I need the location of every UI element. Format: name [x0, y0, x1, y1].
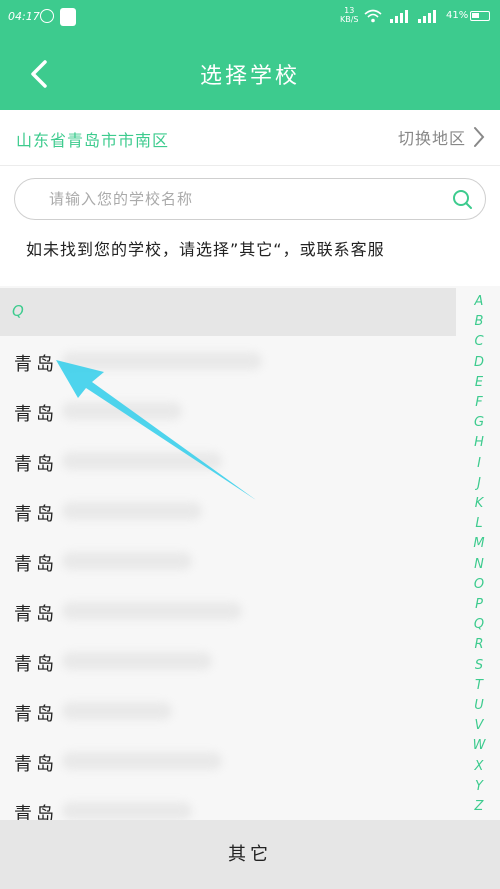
alpha-index-letter[interactable]: F	[475, 393, 482, 413]
battery-level: 41%	[446, 10, 469, 21]
alpha-index-letter[interactable]: X	[475, 757, 484, 777]
school-list: Q 青岛 青岛 青岛 青岛 青岛 青岛 青岛 青岛 青岛 青岛	[0, 286, 500, 820]
list-item[interactable]: 青岛	[0, 436, 456, 486]
signal-icon	[390, 10, 408, 23]
blurred-text	[62, 452, 222, 470]
section-header: Q	[0, 288, 456, 336]
alpha-index-letter[interactable]: J	[477, 474, 481, 494]
school-name: 青岛	[14, 454, 58, 475]
shield-icon	[60, 8, 76, 26]
alpha-index-letter[interactable]: C	[474, 332, 483, 352]
network-speed: 13 KB/S	[340, 6, 359, 24]
alpha-index-letter[interactable]: W	[473, 736, 486, 756]
alpha-index-letter[interactable]: T	[475, 676, 483, 696]
status-time: 04:17	[8, 10, 40, 23]
status-bar: 04:17 13 KB/S 41%	[0, 0, 500, 36]
alpha-index-letter[interactable]: B	[475, 312, 484, 332]
search-box	[14, 178, 486, 220]
list-item[interactable]: 青岛	[0, 386, 456, 436]
school-name: 青岛	[14, 504, 58, 525]
battery-icon	[470, 11, 490, 21]
page-title: 选择学校	[199, 64, 300, 89]
search-area: 如未找到您的学校，请选择”其它“，或联系客服	[0, 166, 500, 286]
blurred-text	[62, 702, 172, 720]
network-speed-unit: KB/S	[340, 15, 359, 24]
alpha-index-letter[interactable]: L	[475, 514, 482, 534]
blurred-text	[62, 652, 212, 670]
alpha-index-letter[interactable]: P	[475, 595, 483, 615]
alpha-index-letter[interactable]: I	[477, 454, 481, 474]
alpha-index-letter[interactable]: V	[475, 716, 484, 736]
switch-region-button[interactable]: 切换地区	[398, 124, 486, 150]
blurred-text	[62, 602, 242, 620]
school-name: 青岛	[14, 554, 58, 575]
list-item[interactable]: 青岛	[0, 636, 456, 686]
list-item[interactable]: 青岛	[0, 686, 456, 736]
search-icon[interactable]	[451, 188, 473, 210]
blurred-text	[62, 402, 182, 420]
blurred-text	[62, 752, 222, 770]
list-item[interactable]: 青岛	[0, 786, 456, 820]
list-item[interactable]: 青岛	[0, 536, 456, 586]
list-item[interactable]: 青岛	[0, 486, 456, 536]
alpha-index-letter[interactable]: R	[474, 635, 483, 655]
alpha-index-letter[interactable]: O	[474, 575, 484, 595]
school-name: 青岛	[14, 654, 58, 675]
school-name: 青岛	[14, 354, 58, 375]
switch-region-label: 切换地区	[397, 129, 466, 148]
blurred-text	[62, 502, 202, 520]
blurred-text	[62, 352, 262, 370]
alpha-index-letter[interactable]: Y	[475, 777, 483, 797]
network-speed-value: 13	[344, 6, 355, 15]
region-row: 山东省青岛市市南区 切换地区	[0, 110, 500, 166]
nav-bar: 选择学校	[0, 36, 500, 110]
alarm-icon	[40, 9, 54, 23]
other-school-button[interactable]: 其它	[190, 840, 310, 870]
alpha-index-letter[interactable]: H	[474, 433, 484, 453]
bottom-bar: 其它	[0, 820, 500, 889]
signal-icon	[418, 10, 436, 23]
school-search-input[interactable]	[49, 179, 429, 219]
school-name: 青岛	[14, 704, 58, 725]
alpha-index-letter[interactable]: K	[475, 494, 484, 514]
alphabet-index[interactable]: ABCDEFGHIJKLMNOPQRSTUVWXYZ	[466, 292, 492, 817]
alpha-index-letter[interactable]: U	[474, 696, 484, 716]
alpha-index-letter[interactable]: Q	[474, 615, 484, 635]
alpha-index-letter[interactable]: A	[475, 292, 484, 312]
list-item[interactable]: 青岛	[0, 586, 456, 636]
alpha-index-letter[interactable]: E	[475, 373, 483, 393]
section-letter: Q	[12, 302, 24, 320]
list-item[interactable]: 青岛	[0, 736, 456, 786]
current-region: 山东省青岛市市南区	[16, 131, 170, 150]
wifi-icon	[364, 9, 382, 23]
chevron-right-icon	[474, 127, 485, 147]
alpha-index-letter[interactable]: D	[474, 353, 484, 373]
search-hint: 如未找到您的学校，请选择”其它“，或联系客服	[26, 240, 385, 259]
school-name: 青岛	[14, 804, 58, 820]
alpha-index-letter[interactable]: S	[475, 656, 483, 676]
alpha-index-letter[interactable]: G	[474, 413, 484, 433]
alpha-index-letter[interactable]: Z	[475, 797, 484, 817]
school-name: 青岛	[14, 604, 58, 625]
alpha-index-letter[interactable]: N	[474, 555, 484, 575]
blurred-text	[62, 802, 192, 820]
school-name: 青岛	[14, 754, 58, 775]
list-item[interactable]: 青岛	[0, 336, 456, 386]
blurred-text	[62, 552, 192, 570]
school-name: 青岛	[14, 404, 58, 425]
alpha-index-letter[interactable]: M	[473, 534, 484, 554]
